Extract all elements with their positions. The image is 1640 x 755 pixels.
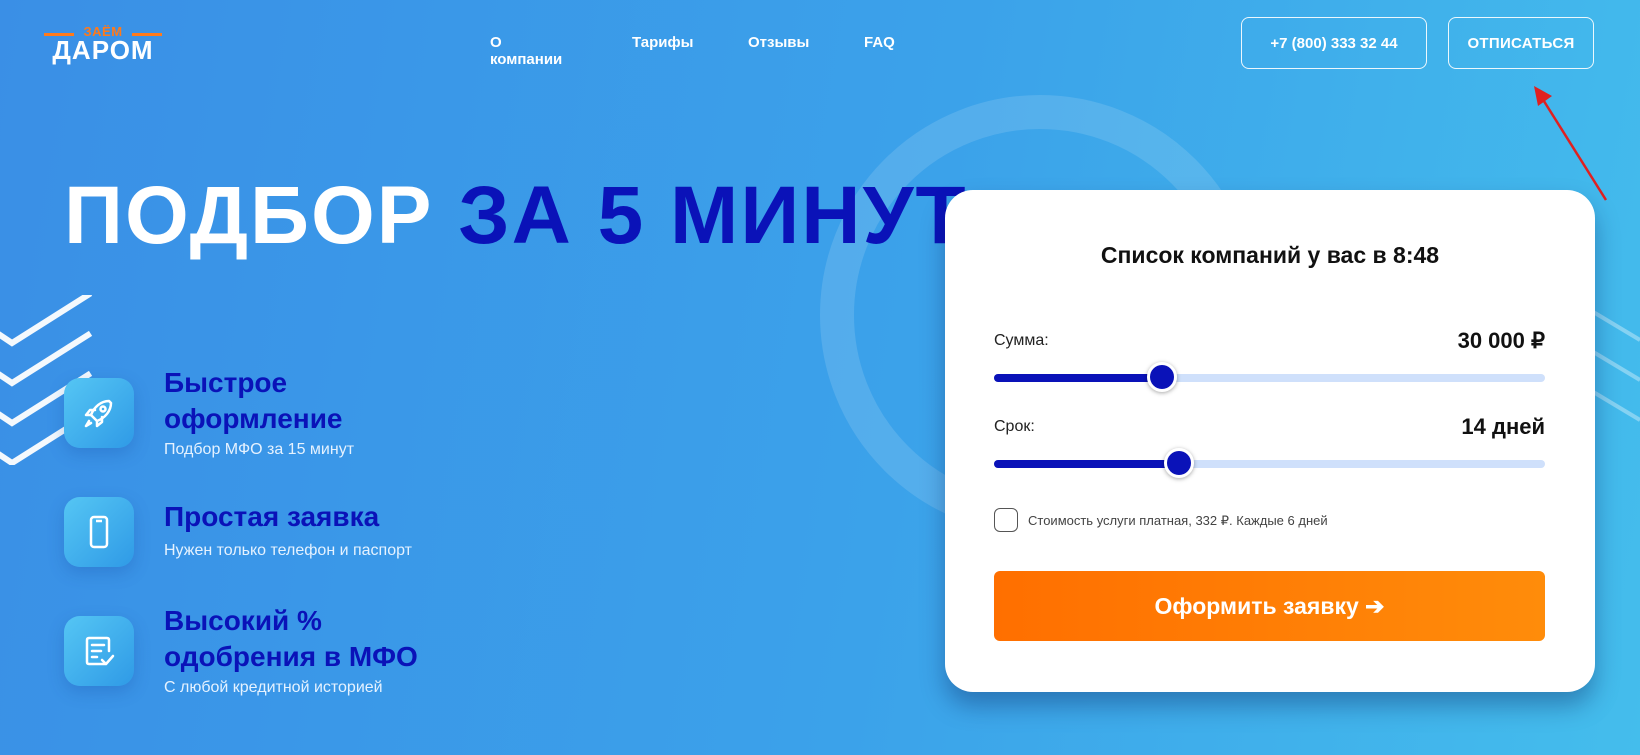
feature-simple-title: Простая заявка xyxy=(164,501,380,532)
feature-approval-title-2: одобрения в МФО xyxy=(164,641,418,672)
red-annotation-arrow-icon xyxy=(1534,86,1608,201)
agree-checkbox[interactable] xyxy=(994,508,1018,532)
rocket-icon xyxy=(64,378,134,448)
hero-title-white: ПОДБОР xyxy=(64,170,434,261)
loan-form-card: Список компаний у вас в 8:48 Сумма: 30 0… xyxy=(945,190,1595,692)
nav-item-about[interactable]: О компании xyxy=(490,34,562,68)
term-slider-fill xyxy=(994,460,1179,468)
feature-simple-subtitle: Нужен только телефон и паспорт xyxy=(164,542,412,559)
feature-fast-title-1: Быстрое xyxy=(164,367,288,398)
term-label: Срок: xyxy=(994,418,1035,435)
term-slider-handle[interactable] xyxy=(1163,448,1194,478)
card-title: Список компаний у вас в 8:48 xyxy=(1100,242,1440,268)
hero-title-blue: ЗА 5 МИНУТ xyxy=(458,170,968,261)
nav-item-faq[interactable]: FAQ xyxy=(864,34,895,51)
logo[interactable]: ЗАЁМ ДАРОМ xyxy=(44,24,162,64)
phone-button[interactable]: +7 (800) 333 32 44 xyxy=(1241,17,1427,69)
nav-item-tariffs[interactable]: Тарифы xyxy=(632,34,693,51)
feature-fast-subtitle: Подбор МФО за 15 минут xyxy=(164,441,355,458)
hero-title: ПОДБОР ЗА 5 МИНУТ xyxy=(64,170,968,262)
feature-fast-title-2: оформление xyxy=(164,403,343,434)
term-slider[interactable] xyxy=(994,448,1545,478)
feature-approval-subtitle: С любой кредитной историей xyxy=(164,679,383,696)
unsubscribe-button[interactable]: ОТПИСАТЬСЯ xyxy=(1448,17,1594,69)
decorative-chevrons-right xyxy=(1590,310,1640,422)
nav-item-reviews[interactable]: Отзывы xyxy=(748,34,809,51)
term-value: 14 дней xyxy=(1461,414,1545,439)
amount-value: 30 000 ₽ xyxy=(1457,328,1545,353)
logo-main-text: ДАРОМ xyxy=(52,35,154,65)
amount-slider-handle[interactable] xyxy=(1147,362,1178,392)
agree-checkbox-label: Стоимость услуги платная, 332 ₽. Каждые … xyxy=(1028,513,1328,528)
amount-label: Сумма: xyxy=(994,332,1049,349)
feature-approval-title-1: Высокий % xyxy=(164,605,322,636)
amount-slider[interactable] xyxy=(994,362,1545,392)
submit-application-button[interactable]: Оформить заявку ➔ xyxy=(994,571,1545,641)
amount-slider-fill xyxy=(994,374,1163,382)
phone-device-icon xyxy=(64,497,134,567)
document-check-icon xyxy=(64,616,134,686)
